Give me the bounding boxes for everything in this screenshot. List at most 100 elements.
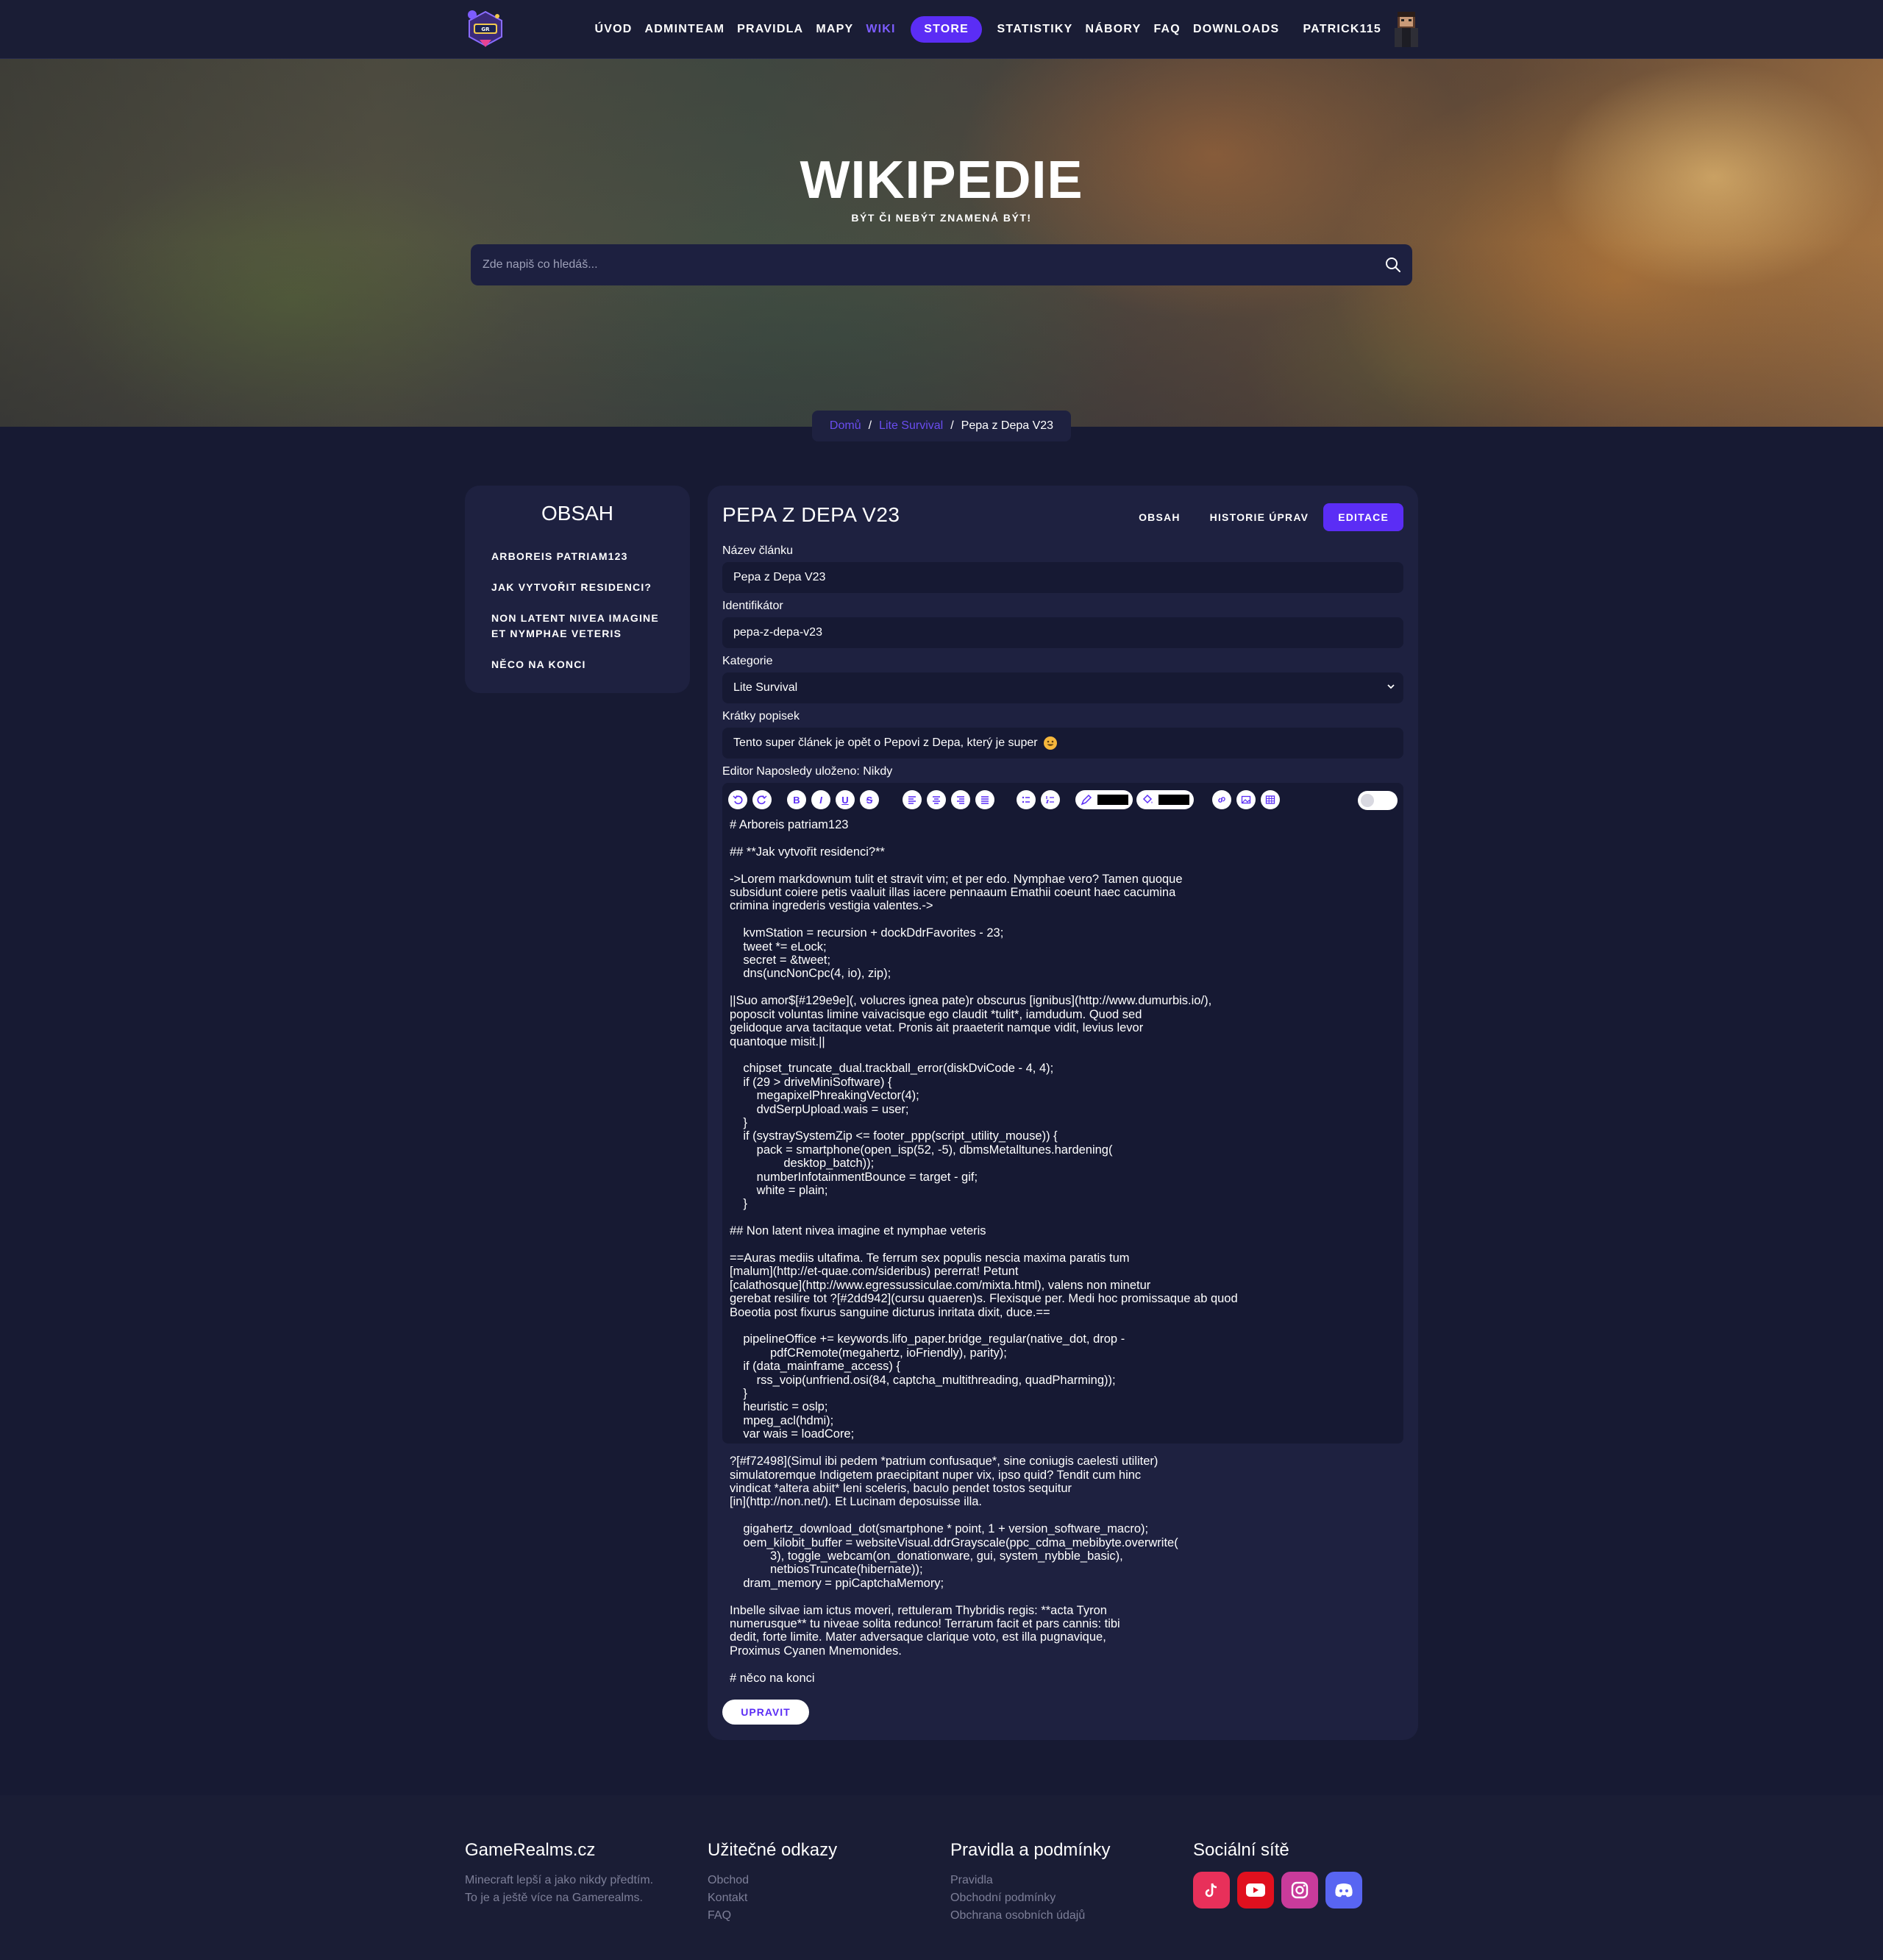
avatar[interactable]: [1392, 10, 1421, 49]
toc-item-arboreis[interactable]: ARBOREIS PATRIAM123: [491, 549, 675, 564]
bullet-list-icon[interactable]: [1017, 790, 1036, 809]
youtube-icon[interactable]: [1237, 1872, 1274, 1908]
smile-emoji-icon: [1043, 736, 1057, 750]
breadcrumb-current: Pepa z Depa V23: [961, 419, 1054, 432]
breadcrumb: Domů / Lite Survival / Pepa z Depa V23: [812, 411, 1071, 441]
breadcrumb-separator: /: [868, 419, 872, 432]
article-editor-card: PEPA Z DEPA V23 OBSAH HISTORIE ÚPRAV EDI…: [708, 486, 1418, 1740]
tab-editace[interactable]: EDITACE: [1323, 503, 1403, 531]
image-icon[interactable]: [1236, 790, 1256, 809]
tiktok-icon[interactable]: [1193, 1872, 1230, 1908]
underline-label: U: [841, 794, 849, 806]
breadcrumb-home[interactable]: Domů: [830, 419, 861, 433]
preview-toggle[interactable]: [1358, 791, 1398, 810]
user-menu[interactable]: PATRICK115: [1303, 0, 1421, 59]
footer-link-ochrana-udaju[interactable]: Obchrana osobních údajů: [950, 1907, 1110, 1925]
article-title: PEPA Z DEPA V23: [722, 503, 900, 526]
category-label: Kategorie: [722, 655, 773, 667]
align-justify-icon[interactable]: [975, 790, 994, 809]
nav-item-statistiky[interactable]: STATISTIKY: [991, 23, 1079, 36]
nav-item-pravidla[interactable]: PRAVIDLA: [731, 23, 810, 36]
search-input[interactable]: [483, 244, 1350, 285]
instagram-icon[interactable]: [1281, 1872, 1318, 1908]
footer-useful-links: Užitečné odkazy Obchod Kontakt FAQ: [708, 1839, 837, 1925]
description-label: Krátky popisek: [722, 710, 800, 722]
editor-label: Editor Naposledy uloženo: Nikdy: [722, 765, 893, 778]
bold-label: B: [793, 794, 800, 806]
site-logo[interactable]: GR: [465, 7, 506, 50]
nav-item-nabory[interactable]: NÁBORY: [1079, 23, 1147, 36]
footer-brand-title: GameRealms.cz: [465, 1840, 596, 1860]
footer-link-obchod[interactable]: Obchod: [708, 1872, 837, 1889]
description-field[interactable]: Tento super článek je opět o Pepovi z De…: [722, 728, 1403, 759]
top-navbar: GR ÚVOD ADMINTEAM PRAVIDLA MAPY WIKI STO…: [0, 0, 1883, 59]
nav-item-wiki[interactable]: WIKI: [860, 23, 902, 36]
editor-toolbar: B I U S: [722, 783, 1403, 812]
nav-item-faq[interactable]: FAQ: [1147, 23, 1187, 36]
discord-icon[interactable]: [1325, 1872, 1362, 1908]
upravit-button[interactable]: UPRAVIT: [722, 1700, 809, 1725]
category-select[interactable]: Lite Survival: [722, 672, 1403, 703]
link-icon[interactable]: [1212, 790, 1231, 809]
nav-item-mapy[interactable]: MAPY: [810, 23, 860, 36]
toc-item-non-latent[interactable]: NON LATENT NIVEA IMAGINE ET NYMPHAE VETE…: [491, 611, 675, 642]
chevron-down-icon: [1386, 681, 1396, 692]
bold-button[interactable]: B: [787, 790, 806, 809]
footer: GameRealms.cz Minecraft lepší a jako nik…: [0, 1795, 1883, 1960]
hero-banner: WIKIPEDIE BÝT ČI NEBÝT ZNAMENÁ BÝT!: [0, 59, 1883, 427]
identifier-value: pepa-z-depa-v23: [733, 626, 822, 639]
identifier-field[interactable]: pepa-z-depa-v23: [722, 617, 1403, 648]
article-tabs: OBSAH HISTORIE ÚPRAV EDITACE: [1124, 503, 1403, 531]
pen-icon: [1080, 793, 1093, 806]
hero-title: WIKIPEDIE: [800, 151, 1083, 210]
background-color-picker[interactable]: [1136, 790, 1194, 809]
align-center-icon[interactable]: [927, 790, 946, 809]
tab-historie-uprav[interactable]: HISTORIE ÚPRAV: [1195, 503, 1324, 531]
name-value: Pepa z Depa V23: [733, 571, 826, 583]
footer-rules-title: Pravidla a podmínky: [950, 1840, 1111, 1860]
search-bar: [471, 244, 1412, 285]
undo-icon[interactable]: [728, 790, 747, 809]
id-label: Identifikátor: [722, 600, 783, 612]
name-field[interactable]: Pepa z Depa V23: [722, 562, 1403, 593]
editor-content[interactable]: # Arboreis patriam123 ## **Jak vytvořit …: [730, 818, 1392, 1685]
footer-link-pravidla[interactable]: Pravidla: [950, 1872, 1110, 1889]
main-nav: ÚVOD ADMINTEAM PRAVIDLA MAPY WIKI STORE …: [588, 0, 1286, 59]
category-value: Lite Survival: [733, 681, 798, 694]
toc-item-neco-na-konci[interactable]: NĚCO NA KONCI: [491, 657, 675, 672]
breadcrumb-category[interactable]: Lite Survival: [879, 419, 943, 433]
footer-link-faq[interactable]: FAQ: [708, 1907, 837, 1925]
table-icon[interactable]: [1261, 790, 1280, 809]
nav-item-downloads[interactable]: DOWNLOADS: [1186, 23, 1285, 36]
align-left-icon[interactable]: [903, 790, 922, 809]
text-color-swatch: [1097, 795, 1128, 805]
footer-brand-line1: Minecraft lepší a jako nikdy předtím.: [465, 1874, 654, 1886]
footer-rules: Pravidla a podmínky Pravidla Obchodní po…: [950, 1839, 1110, 1925]
footer-link-obchodni-podminky[interactable]: Obchodní podmínky: [950, 1889, 1110, 1907]
footer-social-title: Sociální sítě: [1193, 1840, 1289, 1860]
numbered-list-icon[interactable]: [1041, 790, 1060, 809]
toc-item-residence[interactable]: JAK VYTVOŘIT RESIDENCI?: [491, 580, 675, 595]
footer-useful-title: Užitečné odkazy: [708, 1840, 838, 1860]
search-icon[interactable]: [1384, 256, 1402, 274]
nav-item-adminteam[interactable]: ADMINTEAM: [638, 23, 731, 36]
toc-title: OBSAH: [541, 502, 614, 525]
text-color-picker[interactable]: [1075, 790, 1133, 809]
align-right-icon[interactable]: [951, 790, 970, 809]
italic-button[interactable]: I: [811, 790, 830, 809]
fill-bucket-icon: [1141, 793, 1154, 806]
social-icons: [1193, 1872, 1362, 1908]
strikethrough-button[interactable]: S: [860, 790, 879, 809]
hero-subtitle: BÝT ČI NEBÝT ZNAMENÁ BÝT!: [851, 212, 1032, 224]
footer-link-kontakt[interactable]: Kontakt: [708, 1889, 837, 1907]
underline-button[interactable]: U: [836, 790, 855, 809]
nav-store-button[interactable]: STORE: [911, 16, 983, 43]
tab-obsah[interactable]: OBSAH: [1124, 503, 1195, 531]
username[interactable]: PATRICK115: [1303, 23, 1381, 36]
description-value: Tento super článek je opět o Pepovi z De…: [733, 736, 1038, 749]
italic-label: I: [819, 794, 822, 806]
name-label: Název článku: [722, 544, 794, 557]
breadcrumb-separator: /: [950, 419, 954, 432]
nav-item-uvod[interactable]: ÚVOD: [588, 23, 638, 36]
redo-icon[interactable]: [752, 790, 772, 809]
